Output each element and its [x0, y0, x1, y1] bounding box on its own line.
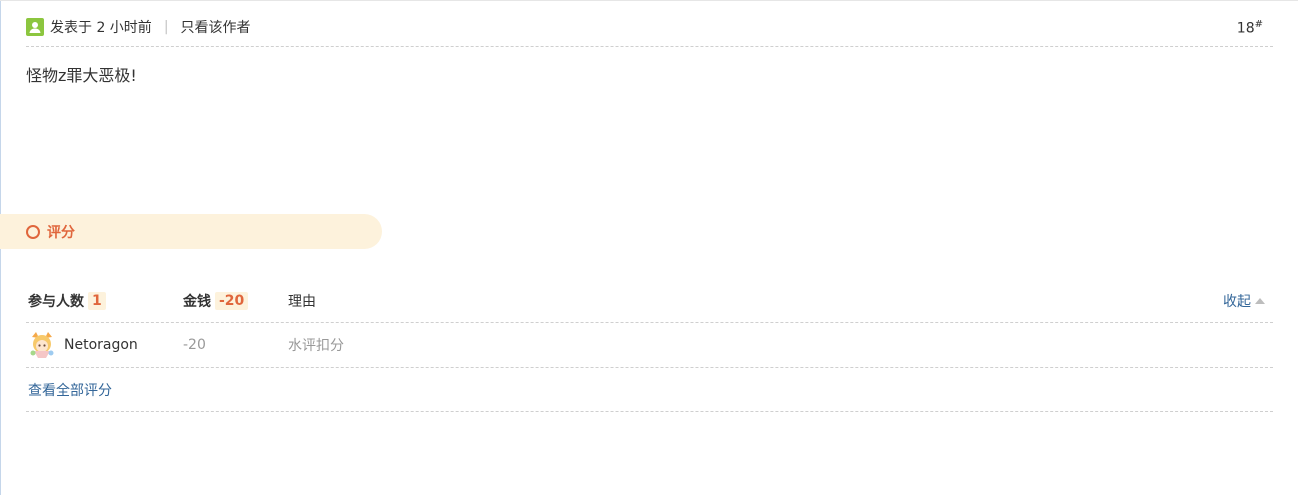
rating-section-header: 评分	[0, 214, 382, 249]
participants-count: 1	[88, 292, 106, 310]
money-label: 金钱	[183, 294, 211, 310]
rater-money: -20	[183, 337, 206, 353]
collapse-button[interactable]: 收起	[1223, 291, 1273, 311]
top-border	[0, 0, 1298, 1]
rater-username[interactable]: Netoragon	[64, 337, 138, 353]
rating-title: 评分	[47, 224, 75, 241]
user-icon	[26, 18, 44, 36]
rater-reason: 水评扣分	[288, 338, 344, 354]
collapse-label: 收起	[1223, 294, 1251, 310]
participants-label: 参与人数	[28, 294, 84, 310]
reason-label: 理由	[288, 294, 316, 310]
separator: |	[163, 19, 169, 35]
view-all-ratings-link[interactable]: 查看全部评分	[28, 380, 112, 400]
posted-time: 发表于 2 小时前	[50, 20, 152, 36]
rating-table-header: 参与人数 1 金钱 -20 理由 收起	[26, 280, 1273, 323]
caret-up-icon	[1255, 298, 1265, 304]
floor-number-text: 18	[1236, 20, 1255, 37]
post-content: 怪物z罪大恶极!	[26, 66, 137, 85]
post-header: 发表于 2 小时前 | 只看该作者 18#	[26, 8, 1273, 47]
circle-icon	[26, 224, 40, 239]
floor-number[interactable]: 18#	[1237, 19, 1263, 37]
user-avatar[interactable]	[28, 331, 56, 359]
only-author-link[interactable]: 只看该作者	[181, 17, 251, 37]
rating-table-footer: 查看全部评分	[26, 368, 1273, 412]
rating-table: 参与人数 1 金钱 -20 理由 收起 Netoragon -20 水评扣分 查…	[26, 280, 1273, 412]
table-row: Netoragon -20 水评扣分	[26, 323, 1273, 368]
money-total: -20	[215, 292, 249, 310]
floor-mark: #	[1254, 19, 1263, 30]
